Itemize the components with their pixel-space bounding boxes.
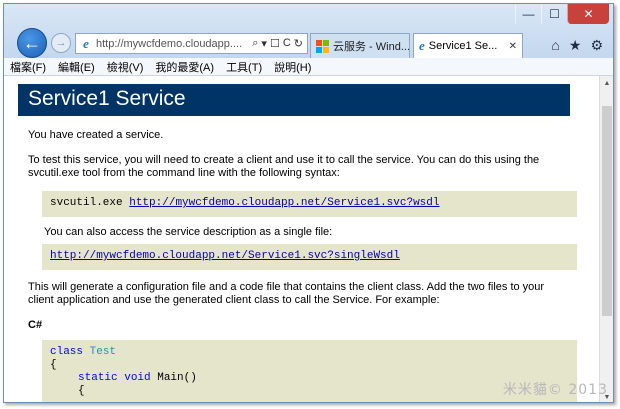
code-sample-box: class Test { static void Main() {	[42, 340, 577, 402]
scroll-thumb[interactable]	[602, 106, 612, 316]
title-bar: — ☐ ✕ ← → e http://mywcfdemo.cloudapp...…	[4, 4, 613, 58]
compat-view-icon[interactable]: ☐	[270, 37, 280, 50]
menu-bar: 檔案(F) 編輯(E) 檢視(V) 我的最愛(A) 工具(T) 說明(H)	[4, 58, 613, 76]
code-keyword: void	[124, 372, 151, 384]
wsdl-link[interactable]: http://mywcfdemo.cloudapp.net/Service1.s…	[129, 197, 439, 209]
code-line: class Test	[50, 346, 569, 359]
windows-logo-icon	[316, 39, 329, 53]
single-wsdl-link[interactable]: http://mywcfdemo.cloudapp.net/Service1.s…	[50, 250, 400, 262]
instructions-text: To test this service, you will need to c…	[28, 154, 540, 179]
browser-tools: ⌂ ★ ⚙	[551, 37, 603, 54]
back-button[interactable]: ←	[17, 28, 47, 58]
ie-page-icon: e	[83, 35, 89, 51]
tab-close-icon[interactable]: ✕	[509, 41, 517, 52]
svcutil-command-box: svcutil.exe http://mywcfdemo.cloudapp.ne…	[42, 191, 577, 217]
settings-gear-icon[interactable]: ⚙	[590, 37, 603, 54]
code-keyword: class	[50, 346, 84, 358]
tab-label: 云服务 - Wind...	[333, 41, 410, 53]
minimize-button[interactable]: —	[515, 4, 541, 24]
back-arrow-icon: ←	[23, 32, 41, 53]
menu-file[interactable]: 檔案(F)	[10, 59, 46, 75]
menu-tools[interactable]: 工具(T)	[226, 59, 262, 75]
close-button[interactable]: ✕	[567, 4, 609, 24]
code-method: Main()	[157, 372, 197, 384]
code-keyword: static	[78, 372, 118, 384]
intro-text: You have created a service.	[28, 129, 164, 141]
page-content: Service1 Service You have created a serv…	[4, 76, 601, 402]
code-class-name: Test	[89, 346, 117, 358]
ie-tab-icon: e	[419, 38, 425, 53]
code-line: {	[78, 385, 85, 397]
address-tools: ⌕ ▾ ☐ C ↻	[252, 37, 307, 50]
vertical-scrollbar[interactable]: ▲ ▼	[599, 76, 613, 402]
code-line: {	[50, 359, 57, 371]
search-icon[interactable]: ⌕	[252, 37, 258, 50]
single-wsdl-box: http://mywcfdemo.cloudapp.net/Service1.s…	[42, 244, 577, 270]
menu-help[interactable]: 說明(H)	[274, 59, 311, 75]
menu-edit[interactable]: 編輯(E)	[58, 59, 95, 75]
tab-cloud-service[interactable]: 云服务 - Wind...	[310, 33, 410, 58]
svcutil-command: svcutil.exe	[50, 197, 123, 209]
refresh-c-icon[interactable]: C	[283, 37, 291, 50]
address-bar[interactable]: e http://mywcfdemo.cloudapp.... ⌕ ▾ ☐ C …	[75, 33, 308, 54]
caption-buttons: — ☐ ✕	[515, 4, 609, 26]
code-line: static void Main()	[50, 372, 569, 385]
tab-label: Service1 Se...	[428, 40, 498, 52]
forward-button[interactable]: →	[51, 33, 71, 53]
home-icon[interactable]: ⌂	[551, 37, 559, 54]
watermark: 米米貓© 2013	[502, 382, 608, 398]
tab-service1[interactable]: e Service1 Se... ✕	[413, 33, 523, 58]
menu-favorites[interactable]: 我的最愛(A)	[155, 59, 214, 75]
favorites-star-icon[interactable]: ★	[569, 37, 582, 54]
single-file-text: You can also access the service descript…	[44, 226, 333, 238]
dropdown-icon[interactable]: ▾	[261, 37, 267, 50]
csharp-heading: C#	[28, 319, 43, 331]
maximize-button[interactable]: ☐	[541, 4, 567, 24]
address-url[interactable]: http://mywcfdemo.cloudapp....	[96, 38, 246, 50]
menu-view[interactable]: 檢視(V)	[107, 59, 144, 75]
browser-window: — ☐ ✕ ← → e http://mywcfdemo.cloudapp...…	[3, 3, 614, 403]
refresh-icon[interactable]: ↻	[294, 37, 303, 50]
generate-text: This will generate a configuration file …	[28, 281, 545, 306]
scroll-up-icon[interactable]: ▲	[600, 76, 613, 90]
page-title: Service1 Service	[18, 84, 570, 116]
forward-arrow-icon: →	[55, 37, 67, 49]
